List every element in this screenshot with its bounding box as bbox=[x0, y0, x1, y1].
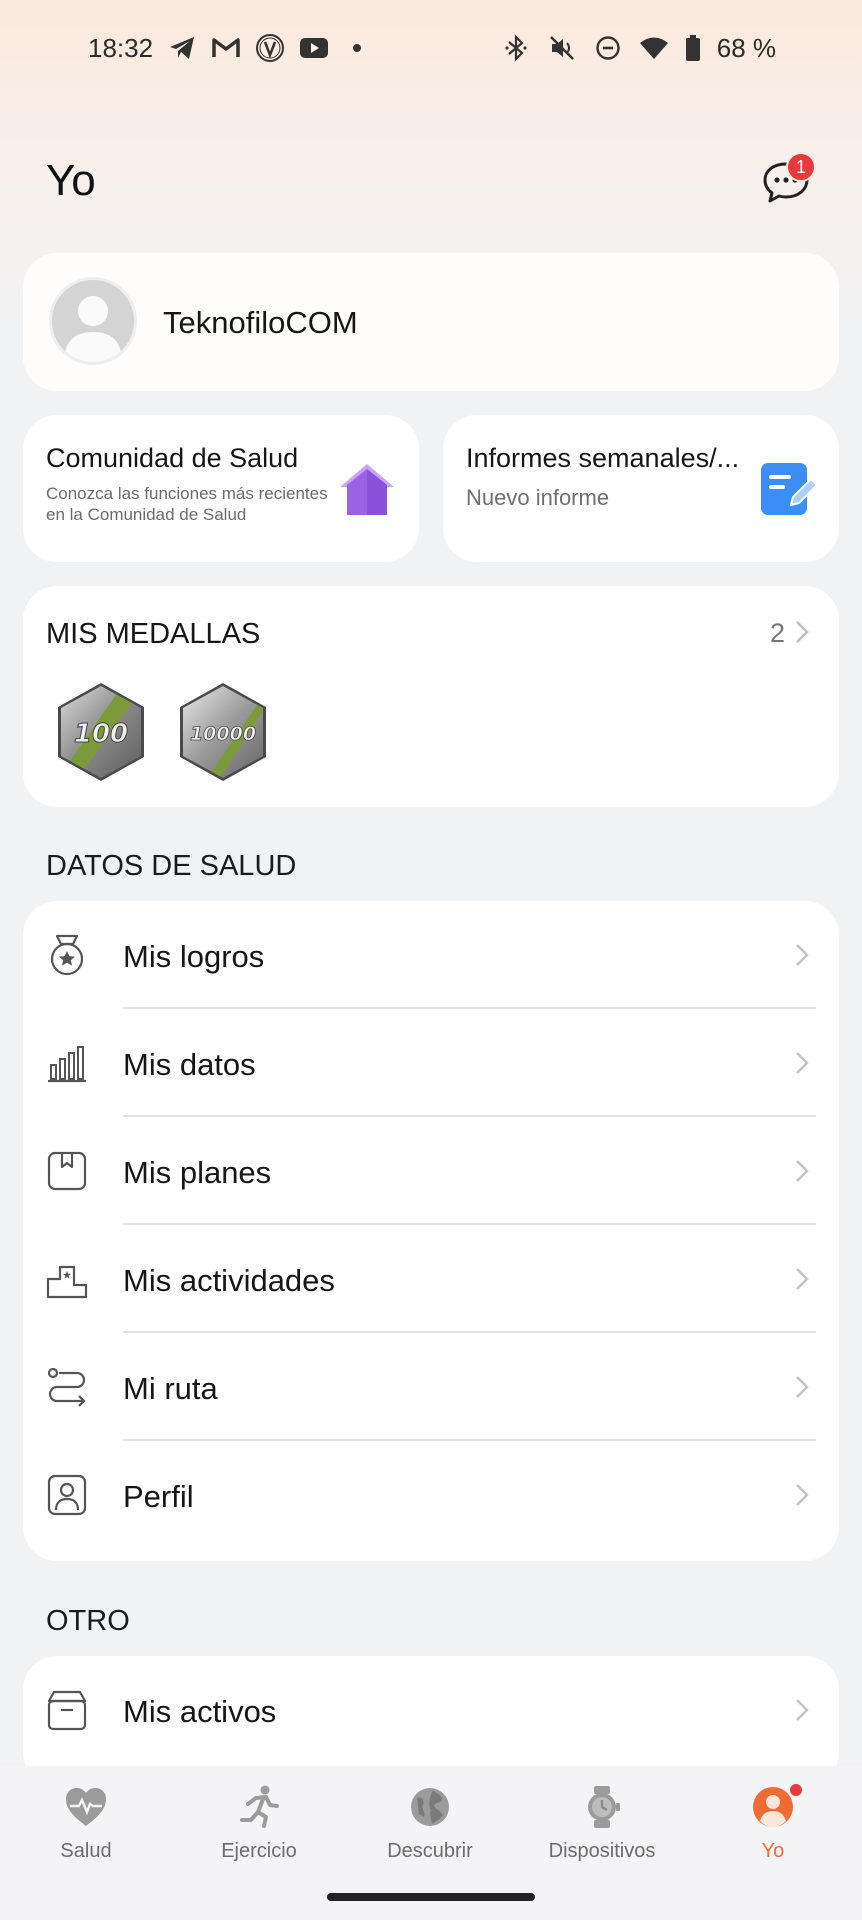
list-item-label: Mis logros bbox=[123, 939, 265, 974]
medals-count: 2 bbox=[769, 618, 785, 648]
battery-level: 68 % bbox=[716, 32, 776, 63]
medal-10000[interactable]: 10000 bbox=[177, 682, 269, 782]
youtube-icon bbox=[299, 33, 329, 63]
chevron-right-icon bbox=[796, 1268, 809, 1290]
medal-100[interactable]: 100 bbox=[55, 682, 147, 782]
heart-icon bbox=[66, 1788, 106, 1826]
profile-name: TeknofiloCOM bbox=[163, 305, 358, 340]
health-community-card[interactable]: Comunidad de Salud Conozca las funciones… bbox=[23, 415, 419, 562]
nav-notification-dot bbox=[790, 1784, 802, 1796]
list-item-plans[interactable]: Mis planes bbox=[23, 1117, 839, 1225]
medal-badge-icon: 10000 bbox=[180, 683, 266, 781]
chevron-right-icon bbox=[796, 1052, 809, 1074]
svg-text:10000: 10000 bbox=[190, 723, 256, 745]
home-indicator[interactable] bbox=[327, 1893, 535, 1901]
medals-title: MIS MEDALLAS bbox=[46, 618, 261, 650]
medal-badge-icon: 100 bbox=[58, 683, 144, 781]
bookmark-icon bbox=[47, 1151, 87, 1191]
nav-tab-exercise[interactable]: Ejercicio bbox=[184, 1784, 334, 1863]
other-section-title: OTRO bbox=[46, 1605, 130, 1637]
nav-label: Dispositivos bbox=[548, 1840, 656, 1862]
chevron-right-icon bbox=[796, 944, 809, 966]
box-icon bbox=[47, 1690, 87, 1731]
battery-icon bbox=[685, 33, 701, 63]
report-icon bbox=[757, 461, 819, 517]
nav-tab-discover[interactable]: Descubrir bbox=[355, 1784, 505, 1863]
nav-label: Descubrir bbox=[387, 1840, 473, 1862]
list-item-route[interactable]: Mi ruta bbox=[23, 1333, 839, 1441]
medals-card[interactable]: MIS MEDALLAS 2 100 10000 bbox=[23, 586, 839, 807]
nav-tab-me[interactable]: Yo bbox=[698, 1784, 848, 1863]
bar-chart-icon bbox=[48, 1046, 86, 1083]
wifi-icon bbox=[639, 33, 669, 63]
health-data-section-title: DATOS DE SALUD bbox=[46, 850, 297, 882]
nav-label: Salud bbox=[60, 1840, 112, 1862]
podium-icon bbox=[46, 1265, 88, 1299]
list-item-label: Mis planes bbox=[123, 1155, 272, 1190]
chevron-right-icon bbox=[796, 1376, 809, 1398]
status-bar: 18:32 68 % bbox=[0, 0, 862, 96]
health-data-list: Mis logros Mis datos Mis planes Mis acti… bbox=[23, 901, 839, 1561]
bluetooth-icon bbox=[501, 33, 531, 63]
medal-icon bbox=[50, 934, 84, 976]
profile-card[interactable]: TeknofiloCOM bbox=[23, 253, 839, 391]
mute-icon bbox=[547, 33, 577, 63]
nav-tab-health[interactable]: Salud bbox=[11, 1784, 161, 1863]
avatar bbox=[49, 277, 137, 365]
chevron-right-icon bbox=[796, 1484, 809, 1506]
health-community-title: Comunidad de Salud bbox=[46, 443, 299, 473]
globe-icon bbox=[411, 1788, 449, 1826]
route-icon bbox=[47, 1367, 86, 1407]
list-item-label: Perfil bbox=[123, 1479, 194, 1514]
list-item-label: Mis activos bbox=[123, 1694, 277, 1729]
default-avatar-icon bbox=[52, 280, 134, 362]
chevron-right-icon bbox=[796, 1160, 809, 1182]
svg-text:100: 100 bbox=[74, 719, 128, 749]
dnd-icon bbox=[593, 33, 623, 63]
profile-icon bbox=[47, 1474, 87, 1516]
chevron-right-icon bbox=[796, 1699, 809, 1721]
list-item-label: Mi ruta bbox=[123, 1371, 218, 1406]
weekly-reports-card[interactable]: Informes semanales/... Nuevo informe bbox=[443, 415, 839, 562]
list-item-profile[interactable]: Perfil bbox=[23, 1441, 839, 1549]
messages-badge: 1 bbox=[786, 152, 816, 182]
watch-icon bbox=[588, 1786, 620, 1828]
nav-tab-devices[interactable]: Dispositivos bbox=[527, 1784, 677, 1863]
house-icon bbox=[337, 461, 397, 517]
nav-label: Ejercicio bbox=[221, 1840, 297, 1862]
running-icon bbox=[240, 1785, 279, 1828]
list-item-achievements[interactable]: Mis logros bbox=[23, 901, 839, 1009]
chevron-right-icon bbox=[796, 621, 809, 643]
telegram-icon bbox=[167, 33, 197, 63]
v-app-icon bbox=[255, 33, 285, 63]
list-item-assets[interactable]: Mis activos bbox=[23, 1656, 839, 1764]
weekly-reports-title: Informes semanales/... bbox=[466, 443, 740, 473]
nav-label: Yo bbox=[761, 1840, 785, 1862]
list-item-label: Mis actividades bbox=[123, 1263, 335, 1298]
page-title: Yo bbox=[46, 156, 96, 205]
health-community-subtitle: Conozca las funciones más recientes en l… bbox=[46, 484, 328, 524]
weekly-reports-subtitle: Nuevo informe bbox=[466, 485, 610, 510]
notification-dot-icon bbox=[353, 44, 362, 52]
list-item-data[interactable]: Mis datos bbox=[23, 1009, 839, 1117]
gmail-icon bbox=[211, 33, 241, 63]
list-item-label: Mis datos bbox=[123, 1047, 256, 1082]
list-item-activities[interactable]: Mis actividades bbox=[23, 1225, 839, 1333]
status-time: 18:32 bbox=[88, 32, 154, 63]
